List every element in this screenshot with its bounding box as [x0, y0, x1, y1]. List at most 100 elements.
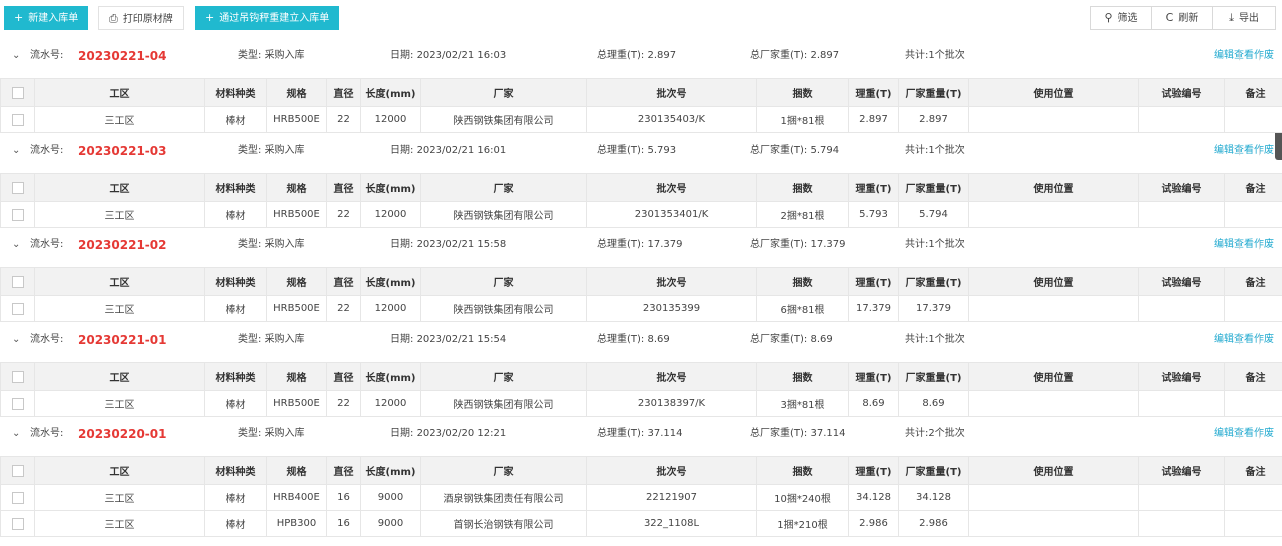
row-checkbox[interactable]	[11, 491, 24, 504]
row-checkbox[interactable]	[11, 397, 24, 410]
column-header[interactable]: 工区	[34, 362, 205, 391]
void-link[interactable]: 作废	[1254, 50, 1274, 61]
column-header[interactable]: 材料种类	[204, 456, 267, 485]
edit-link[interactable]: 编辑	[1214, 50, 1234, 61]
edit-link[interactable]: 编辑	[1214, 239, 1234, 250]
view-link[interactable]: 查看	[1234, 145, 1254, 156]
chevron-down-icon[interactable]: ⌄	[12, 227, 20, 263]
column-header[interactable]: 备注	[1224, 267, 1282, 296]
column-header[interactable]: 厂家	[420, 78, 587, 107]
row-checkbox[interactable]	[11, 113, 24, 126]
column-header[interactable]: 使用位置	[968, 267, 1139, 296]
column-header[interactable]: 工区	[34, 456, 205, 485]
column-header[interactable]: 规格	[266, 456, 327, 485]
table-row[interactable]: 三工区 棒材 HRB500E 22 12000 陕西钢铁集团有限公司 230135399 6捆…	[0, 295, 1282, 322]
table-row[interactable]: 三工区 棒材 HRB500E 22 12000 陕西钢铁集团有限公司 230135403/K…	[0, 106, 1282, 133]
chevron-down-icon[interactable]: ⌄	[12, 133, 20, 169]
column-header[interactable]: 厂家	[420, 267, 587, 296]
void-link[interactable]: 作废	[1254, 145, 1274, 156]
column-header[interactable]: 直径	[326, 362, 361, 391]
view-link[interactable]: 查看	[1234, 334, 1254, 345]
column-header[interactable]: 试验编号	[1138, 78, 1225, 107]
view-link[interactable]: 查看	[1234, 428, 1254, 439]
column-header[interactable]: 批次号	[586, 78, 757, 107]
column-header[interactable]: 备注	[1224, 456, 1282, 485]
column-header[interactable]: 直径	[326, 78, 361, 107]
edit-link[interactable]: 编辑	[1214, 145, 1234, 156]
column-header[interactable]: 理重(T)	[848, 362, 899, 391]
column-header[interactable]: 厂家重量(T)	[898, 78, 969, 107]
column-header[interactable]: 试验编号	[1138, 173, 1225, 202]
select-all-checkbox[interactable]	[11, 181, 24, 194]
edit-link[interactable]: 编辑	[1214, 428, 1234, 439]
column-header[interactable]: 规格	[266, 173, 327, 202]
column-header[interactable]: 使用位置	[968, 78, 1139, 107]
column-header[interactable]: 理重(T)	[848, 267, 899, 296]
export-button[interactable]: ⤓ 导出	[1212, 6, 1276, 30]
column-header[interactable]: 厂家重量(T)	[898, 173, 969, 202]
chevron-down-icon[interactable]: ⌄	[12, 38, 20, 74]
column-header[interactable]: 使用位置	[968, 173, 1139, 202]
table-row[interactable]: 三工区 棒材 HRB500E 22 12000 陕西钢铁集团有限公司 2301353401/…	[0, 201, 1282, 228]
column-header[interactable]: 长度(mm)	[360, 362, 421, 391]
select-all-checkbox[interactable]	[11, 86, 24, 99]
column-header[interactable]: 厂家重量(T)	[898, 267, 969, 296]
weigh-inbound-button[interactable]: + 通过吊钩秤重建立入库单	[195, 6, 340, 30]
column-header[interactable]: 规格	[266, 362, 327, 391]
column-header[interactable]: 理重(T)	[848, 456, 899, 485]
column-header[interactable]: 材料种类	[204, 173, 267, 202]
column-header[interactable]: 捆数	[756, 78, 849, 107]
select-all-checkbox[interactable]	[11, 275, 24, 288]
refresh-button[interactable]: C 刷新	[1151, 6, 1213, 30]
column-header[interactable]: 备注	[1224, 173, 1282, 202]
view-link[interactable]: 查看	[1234, 50, 1254, 61]
column-header[interactable]: 工区	[34, 78, 205, 107]
print-tag-button[interactable]: ⎙ 打印原材牌	[98, 6, 184, 30]
column-header[interactable]: 规格	[266, 78, 327, 107]
column-header[interactable]: 工区	[34, 173, 205, 202]
column-header[interactable]: 备注	[1224, 78, 1282, 107]
column-header[interactable]: 捆数	[756, 456, 849, 485]
column-header[interactable]: 厂家重量(T)	[898, 456, 969, 485]
chevron-down-icon[interactable]: ⌄	[12, 416, 20, 452]
table-row[interactable]: 三工区 棒材 HPB300 16 9000 首钢长治钢铁有限公司 322_1108L 1捆*2…	[0, 510, 1282, 537]
column-header[interactable]: 理重(T)	[848, 173, 899, 202]
column-header[interactable]: 试验编号	[1138, 456, 1225, 485]
row-checkbox[interactable]	[11, 302, 24, 315]
row-checkbox[interactable]	[11, 517, 24, 530]
column-header[interactable]: 厂家	[420, 173, 587, 202]
void-link[interactable]: 作废	[1254, 334, 1274, 345]
column-header[interactable]: 批次号	[586, 362, 757, 391]
table-row[interactable]: 三工区 棒材 HRB500E 22 12000 陕西钢铁集团有限公司 230138397/K…	[0, 390, 1282, 417]
column-header[interactable]: 直径	[326, 267, 361, 296]
column-header[interactable]: 直径	[326, 456, 361, 485]
column-header[interactable]: 捆数	[756, 173, 849, 202]
void-link[interactable]: 作废	[1254, 428, 1274, 439]
new-inbound-button[interactable]: + 新建入库单	[4, 6, 89, 30]
row-checkbox[interactable]	[11, 208, 24, 221]
column-header[interactable]: 长度(mm)	[360, 173, 421, 202]
column-header[interactable]: 批次号	[586, 456, 757, 485]
column-header[interactable]: 厂家	[420, 456, 587, 485]
column-header[interactable]: 使用位置	[968, 456, 1139, 485]
column-header[interactable]: 理重(T)	[848, 78, 899, 107]
column-header[interactable]: 长度(mm)	[360, 78, 421, 107]
table-row[interactable]: 三工区 棒材 HRB400E 16 9000 酒泉钢铁集团责任有限公司 22121907 10…	[0, 484, 1282, 511]
column-header[interactable]: 长度(mm)	[360, 267, 421, 296]
column-header[interactable]: 备注	[1224, 362, 1282, 391]
column-header[interactable]: 厂家重量(T)	[898, 362, 969, 391]
column-header[interactable]: 材料种类	[204, 362, 267, 391]
column-header[interactable]: 直径	[326, 173, 361, 202]
column-header[interactable]: 批次号	[586, 267, 757, 296]
column-header[interactable]: 长度(mm)	[360, 456, 421, 485]
column-header[interactable]: 规格	[266, 267, 327, 296]
void-link[interactable]: 作废	[1254, 239, 1274, 250]
column-header[interactable]: 工区	[34, 267, 205, 296]
column-header[interactable]: 使用位置	[968, 362, 1139, 391]
view-link[interactable]: 查看	[1234, 239, 1254, 250]
column-header[interactable]: 试验编号	[1138, 362, 1225, 391]
column-header[interactable]: 捆数	[756, 267, 849, 296]
column-header[interactable]: 试验编号	[1138, 267, 1225, 296]
column-header[interactable]: 捆数	[756, 362, 849, 391]
column-header[interactable]: 材料种类	[204, 267, 267, 296]
